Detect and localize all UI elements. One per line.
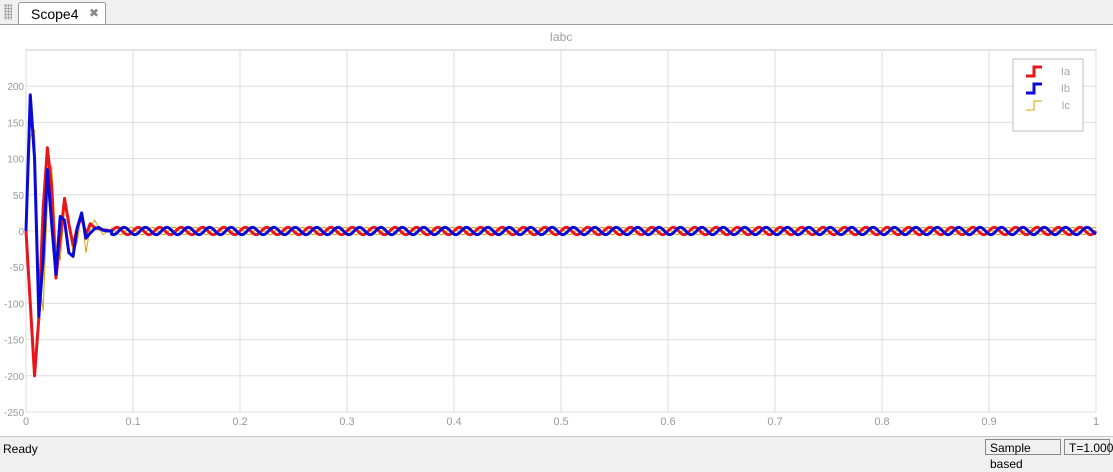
y-tick-label: -250	[4, 408, 24, 419]
y-tick-label: 150	[7, 118, 24, 129]
y-tick-label: -200	[4, 372, 24, 383]
status-ready-text: Ready	[3, 442, 38, 456]
scope-chart[interactable]: Iabc 0 0.1 0.2 0.3 0.4 0.5 0.6 0.7 0.8 0.9 1 -250 -2…	[0, 25, 1113, 436]
x-tick-label: 0.3	[339, 416, 354, 428]
y-tick-label: 0	[18, 227, 24, 238]
x-tick-label: 0.9	[981, 416, 996, 428]
legend-ia-label: Ia	[1061, 66, 1071, 78]
legend-ib-label: Ib	[1061, 83, 1070, 95]
scope-plot-area[interactable]: Iabc 0 0.1 0.2 0.3 0.4 0.5 0.6 0.7 0.8 0.9 1 -250 -2…	[0, 25, 1113, 436]
y-tick-label: -50	[10, 263, 25, 274]
tab-scope4[interactable]: Scope4 ✖	[18, 2, 106, 24]
status-bar: Ready Sample based T=1.000	[0, 436, 1113, 471]
x-tick-label: 0.5	[553, 416, 568, 428]
y-tick-label: -150	[4, 336, 24, 347]
y-tick-label: -100	[4, 299, 24, 310]
legend-ic-label: Ic	[1061, 100, 1070, 112]
drag-handle-icon[interactable]	[4, 4, 12, 20]
sim-time-indicator: T=1.000	[1064, 439, 1113, 455]
x-tick-label: 0.6	[660, 416, 675, 428]
tab-label: Scope4	[31, 6, 79, 22]
y-tick-label: 200	[7, 82, 24, 93]
x-tick-label: 0.7	[767, 416, 782, 428]
x-tick-label: 1	[1093, 416, 1099, 428]
y-tick-label: 50	[13, 191, 25, 202]
legend-box	[1012, 58, 1084, 132]
x-tick-label: 0.2	[232, 416, 247, 428]
y-tick-label: 100	[7, 155, 24, 166]
tab-bar: Scope4 ✖	[0, 0, 1113, 25]
close-icon[interactable]: ✖	[89, 6, 99, 20]
x-tick-label: 0.1	[125, 416, 140, 428]
legend[interactable]: Ia Ib Ic	[1012, 58, 1084, 132]
sample-mode-indicator: Sample based	[985, 439, 1061, 471]
x-tick-label: 0.4	[446, 416, 461, 428]
chart-title: Iabc	[550, 30, 573, 44]
x-tick-label: 0.8	[874, 416, 889, 428]
